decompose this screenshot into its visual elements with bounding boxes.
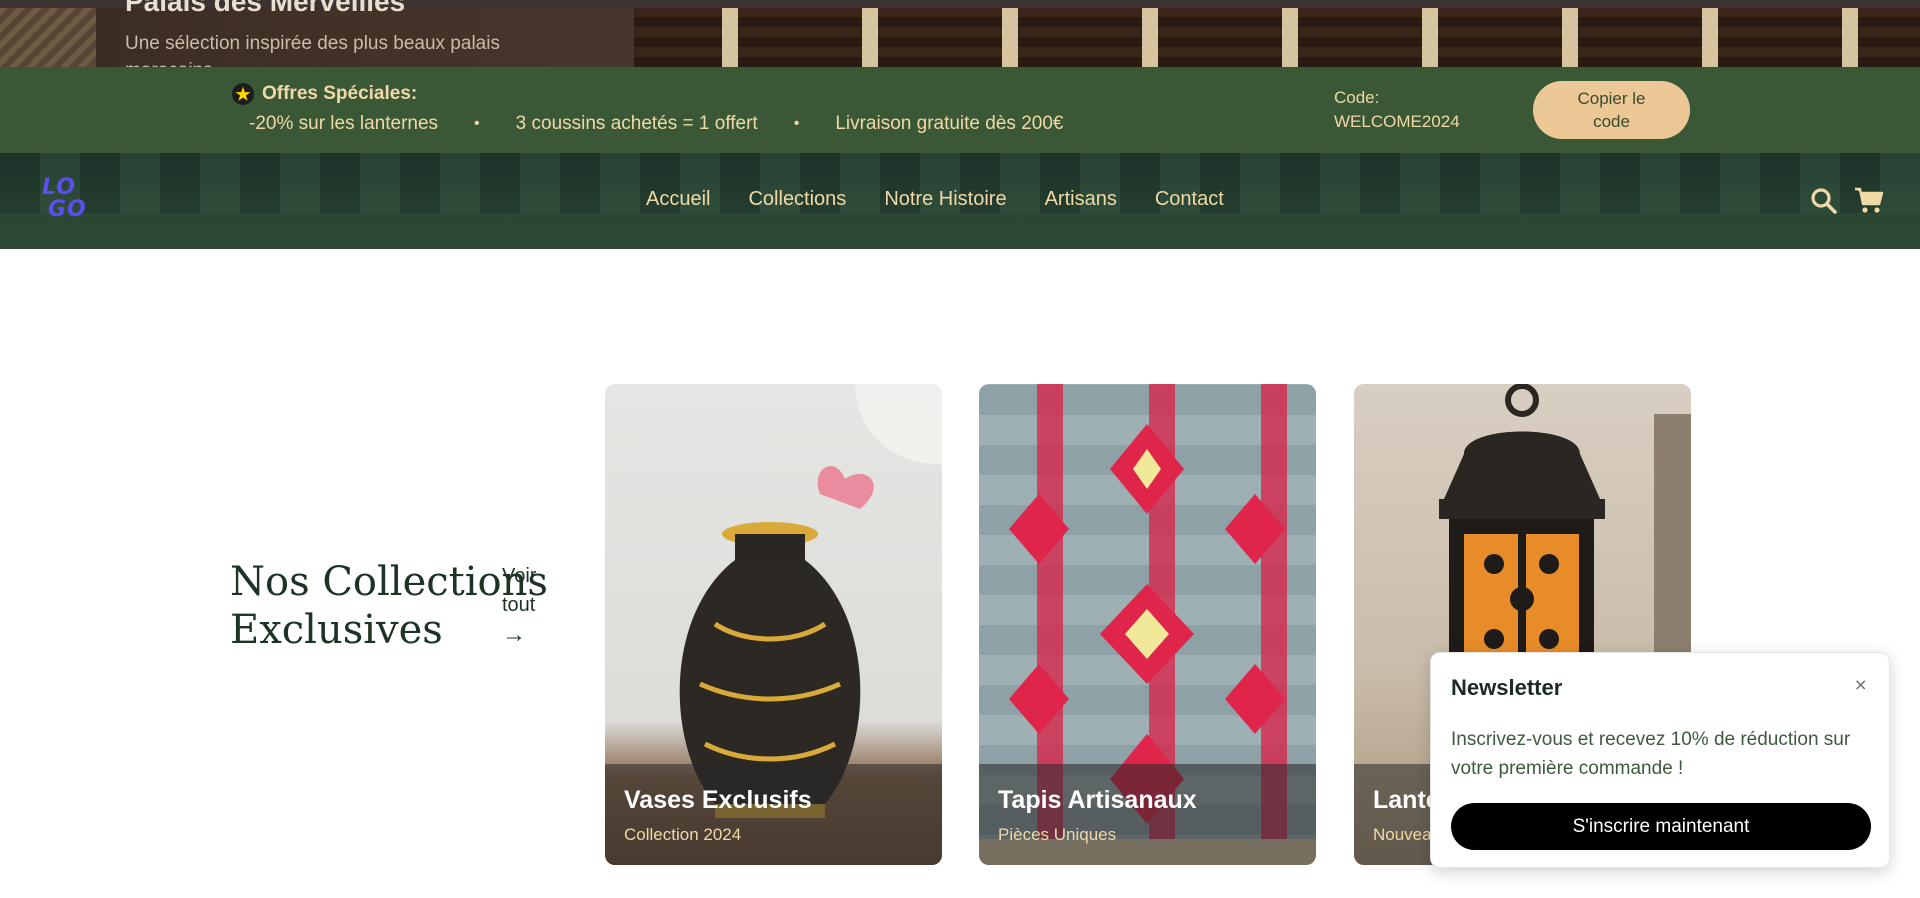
collections-title: Nos Collections Exclusives (230, 558, 548, 654)
card-title: Vases Exclusifs (624, 786, 812, 814)
collection-card-carpets[interactable]: Tapis Artisanaux Pièces Uniques (979, 384, 1316, 865)
hero-palace-image (634, 8, 1920, 67)
card-title: Tapis Artisanaux (998, 786, 1197, 814)
promo-offer-lanterns: -20% sur les lanternes (249, 113, 439, 134)
nav-link-artisans[interactable]: Artisans (1045, 188, 1117, 211)
collections-title-line1: Nos Collections (230, 559, 548, 605)
hero-ornament-image (0, 8, 96, 67)
logo-line1: LO (42, 175, 76, 200)
promo-title-label: Offres Spéciales: (262, 83, 418, 104)
nav-link-notre-histoire[interactable]: Notre Histoire (884, 188, 1006, 211)
hero-subtitle-continued: marocains (125, 60, 213, 67)
copy-code-button-label: Copier le (1577, 89, 1646, 108)
cart-icon[interactable] (1854, 186, 1884, 214)
close-icon[interactable]: × (1854, 675, 1867, 694)
see-all-link[interactable]: Voir tout → (502, 562, 562, 651)
search-icon[interactable] (1810, 187, 1838, 215)
nav-link-accueil[interactable]: Accueil (646, 188, 710, 211)
main-navigation: LO GO Accueil Collections Notre Histoire… (0, 153, 1920, 249)
promo-offers: -20% sur les lanternes • 3 coussins ache… (249, 113, 1063, 135)
promo-code: Code: WELCOME2024 (1334, 86, 1460, 134)
copy-code-button[interactable]: Copier le code (1533, 81, 1690, 139)
promo-separator: • (474, 115, 480, 132)
see-all-label-line2: tout (502, 594, 536, 616)
collections-title-line2: Exclusives (230, 607, 443, 653)
see-all-label: Voir (502, 565, 537, 587)
hero-title: Palais des Merveilles (125, 0, 406, 17)
hero-banner: Palais des Merveilles Une sélection insp… (0, 0, 1920, 67)
promo-title: ★ Offres Spéciales: (232, 83, 417, 105)
nav-links: Accueil Collections Notre Histoire Artis… (646, 188, 1224, 211)
star-icon: ★ (232, 83, 254, 105)
nav-link-contact[interactable]: Contact (1155, 188, 1224, 211)
logo[interactable]: LO GO (42, 177, 96, 225)
hero-subtitle: Une sélection inspirée des plus beaux pa… (125, 33, 500, 54)
promo-code-value: WELCOME2024 (1334, 112, 1460, 131)
nav-link-collections[interactable]: Collections (748, 188, 846, 211)
promo-separator: • (793, 115, 800, 132)
arrow-right-icon: → (502, 621, 526, 648)
copy-code-button-label-line2: code (1593, 112, 1630, 131)
logo-line2: GO (48, 197, 87, 222)
promo-code-label: Code: (1334, 88, 1380, 107)
newsletter-description: Inscrivez-vous et recevez 10% de réducti… (1451, 729, 1851, 779)
promo-offer-cushions: 3 coussins achetés = 1 offert (515, 113, 758, 134)
newsletter-title: Newsletter (1451, 675, 1563, 700)
card-subtitle: Pièces Uniques (998, 825, 1117, 844)
promo-bar: ★ Offres Spéciales: -20% sur les lantern… (0, 67, 1920, 153)
newsletter-popup: Newsletter × Inscrivez-vous et recevez 1… (1430, 652, 1890, 868)
promo-offer-shipping: Livraison gratuite dès 200€ (835, 113, 1064, 134)
newsletter-subscribe-button[interactable]: S'inscrire maintenant (1451, 803, 1871, 850)
collection-card-vases[interactable]: Vases Exclusifs Collection 2024 (605, 384, 942, 865)
card-subtitle: Collection 2024 (624, 825, 742, 844)
